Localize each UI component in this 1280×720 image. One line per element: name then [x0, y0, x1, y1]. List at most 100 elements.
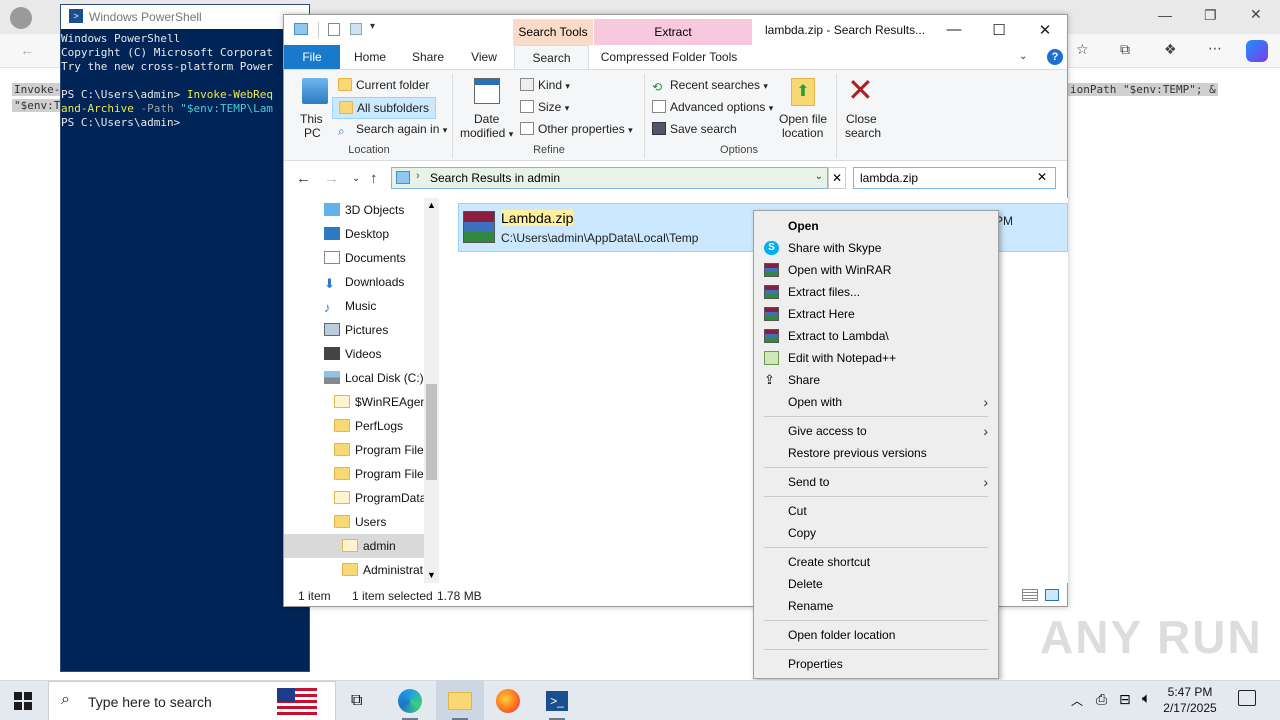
start-button[interactable]: [14, 692, 32, 710]
recent-searches-button[interactable]: ⟲ Recent searches ▾: [652, 78, 768, 94]
menu-item-delete[interactable]: Delete: [754, 573, 998, 595]
menu-item-copy[interactable]: Copy: [754, 522, 998, 544]
scroll-up-icon[interactable]: ▲: [427, 200, 436, 210]
minimize-icon[interactable]: —: [1158, 7, 1172, 23]
menu-item-create-shortcut[interactable]: Create shortcut: [754, 551, 998, 573]
this-pc-label-2[interactable]: PC: [304, 126, 321, 140]
favorite-star-icon[interactable]: ☆: [1076, 41, 1089, 58]
menu-item-open-with[interactable]: Open with ›: [754, 391, 998, 413]
taskbar-file-explorer[interactable]: [436, 681, 484, 720]
address-dropdown-icon[interactable]: ⌄: [815, 171, 823, 182]
explorer-titlebar[interactable]: ▾ Search Tools Extract lambda.zip - Sear…: [284, 15, 1067, 45]
clear-address-icon[interactable]: ✕: [828, 167, 846, 189]
current-folder-button[interactable]: Current folder: [338, 78, 429, 92]
nav-item-winreagent[interactable]: $WinREAgent: [334, 390, 430, 414]
nav-item-desktop[interactable]: Desktop: [324, 222, 389, 246]
profile-avatar-icon[interactable]: [10, 7, 32, 29]
menu-item-extract-files[interactable]: Extract files...: [754, 281, 998, 303]
menu-item-restore-previous-versions[interactable]: Restore previous versions: [754, 442, 998, 464]
taskbar-powershell[interactable]: >_: [533, 681, 581, 720]
nav-item-perflogs[interactable]: PerfLogs: [334, 414, 403, 438]
menu-item-rename[interactable]: Rename: [754, 595, 998, 617]
restore-icon[interactable]: ❐: [1204, 7, 1217, 24]
maximize-button[interactable]: ☐: [979, 21, 1019, 41]
save-search-button[interactable]: Save search: [652, 122, 737, 136]
menu-item-open[interactable]: Open: [754, 215, 998, 237]
nav-item-local-disk[interactable]: Local Disk (C:): [324, 366, 424, 390]
close-search-label-2[interactable]: search: [845, 126, 881, 140]
nav-item-documents[interactable]: Documents: [324, 246, 406, 270]
navigation-pane[interactable]: 3D Objects Desktop Documents ⬇ Downloads …: [284, 198, 439, 583]
close-search-label-1[interactable]: Close: [846, 112, 877, 126]
extensions-icon[interactable]: ❖: [1164, 41, 1177, 58]
menu-item-send-to[interactable]: Send to ›: [754, 471, 998, 493]
search-input[interactable]: lambda.zip: [860, 171, 918, 185]
forward-arrow-icon[interactable]: →: [324, 170, 339, 187]
search-box[interactable]: lambda.zip ✕: [853, 167, 1056, 189]
clear-search-icon[interactable]: ✕: [1037, 170, 1047, 184]
menu-item-share-with-skype[interactable]: S Share with Skype: [754, 237, 998, 259]
tray-overflow-icon[interactable]: ︿: [1071, 692, 1083, 709]
copilot-icon[interactable]: [1246, 40, 1268, 62]
other-properties-button[interactable]: Other properties ▾: [520, 122, 633, 136]
more-options-icon[interactable]: ⋯: [1208, 40, 1222, 57]
ribbon-collapse-icon[interactable]: ⌄: [1019, 51, 1027, 62]
open-file-location-label-1[interactable]: Open file: [779, 112, 827, 126]
open-file-location-label-2[interactable]: location: [782, 126, 823, 140]
menu-item-give-access-to[interactable]: Give access to ›: [754, 420, 998, 442]
new-folder-qat-icon[interactable]: [350, 23, 362, 35]
back-arrow-icon[interactable]: ←: [296, 170, 311, 187]
network-icon[interactable]: ⊟: [1119, 691, 1131, 708]
nav-item-videos[interactable]: Videos: [324, 342, 381, 366]
help-icon[interactable]: ?: [1047, 49, 1063, 65]
taskbar-clock[interactable]: 5:47 PM 2/17/2025: [1160, 684, 1220, 716]
tray-device-icon[interactable]: ⎙: [1096, 691, 1107, 708]
nav-item-programdata[interactable]: ProgramData: [334, 486, 426, 510]
taskbar-edge[interactable]: [386, 681, 434, 720]
nav-item-administrator[interactable]: Administrat: [342, 558, 423, 582]
close-button[interactable]: ✕: [1025, 21, 1065, 41]
tab-share[interactable]: Share: [406, 45, 450, 69]
this-pc-label-1[interactable]: This: [300, 112, 323, 126]
menu-item-open-folder-location[interactable]: Open folder location: [754, 624, 998, 646]
nav-item-3d-objects[interactable]: 3D Objects: [324, 198, 404, 222]
recent-locations-icon[interactable]: ⌄: [352, 173, 360, 184]
menu-item-edit-with-notepadpp[interactable]: Edit with Notepad++: [754, 347, 998, 369]
up-arrow-icon[interactable]: ↑: [370, 170, 378, 187]
powershell-titlebar[interactable]: > Windows PowerShell: [61, 5, 309, 29]
back-arrow-icon[interactable]: ←: [20, 42, 34, 58]
collections-icon[interactable]: ⧉: [1120, 41, 1130, 58]
volume-icon[interactable]: 🔈︎: [1142, 690, 1151, 707]
tab-search[interactable]: Search: [514, 45, 589, 70]
nav-item-music[interactable]: ♪ Music: [324, 294, 376, 318]
scrollbar-thumb[interactable]: [426, 384, 437, 480]
menu-item-extract-here[interactable]: Extract Here: [754, 303, 998, 325]
tab-home[interactable]: Home: [346, 45, 394, 69]
nav-item-admin[interactable]: admin: [284, 534, 424, 558]
kind-button[interactable]: Kind ▾: [520, 78, 570, 92]
qat-dropdown-icon[interactable]: ▾: [370, 21, 375, 32]
notifications-icon[interactable]: [1238, 690, 1256, 706]
nav-item-pictures[interactable]: Pictures: [324, 318, 388, 342]
size-button[interactable]: Size ▾: [520, 100, 569, 114]
tab-compressed-folder-tools[interactable]: Compressed Folder Tools: [599, 45, 739, 69]
scroll-down-icon[interactable]: ▼: [427, 570, 436, 580]
nav-item-program-files[interactable]: Program Files: [334, 438, 430, 462]
address-bar[interactable]: › Search Results in admin ⌄: [391, 167, 828, 189]
date-modified-label-2[interactable]: modified ▾: [460, 126, 513, 140]
powershell-console[interactable]: Windows PowerShell Copyright (C) Microsof…: [61, 32, 309, 130]
properties-qat-icon[interactable]: [328, 23, 340, 36]
menu-item-share[interactable]: ⇪ Share: [754, 369, 998, 391]
menu-item-cut[interactable]: Cut: [754, 500, 998, 522]
minimize-button[interactable]: —: [934, 21, 974, 41]
large-icons-view-icon[interactable]: [1045, 589, 1059, 601]
menu-item-properties[interactable]: Properties: [754, 653, 998, 675]
advanced-options-button[interactable]: Advanced options ▾: [652, 100, 773, 114]
nav-item-program-files-x86[interactable]: Program Files: [334, 462, 430, 486]
tab-view[interactable]: View: [462, 45, 506, 69]
nav-item-downloads[interactable]: ⬇ Downloads: [324, 270, 404, 294]
date-modified-label-1[interactable]: Date: [474, 112, 499, 126]
nav-pane-scrollbar[interactable]: ▲ ▼: [424, 198, 439, 583]
close-icon[interactable]: ✕: [1250, 6, 1262, 23]
menu-item-open-with-winrar[interactable]: Open with WinRAR: [754, 259, 998, 281]
